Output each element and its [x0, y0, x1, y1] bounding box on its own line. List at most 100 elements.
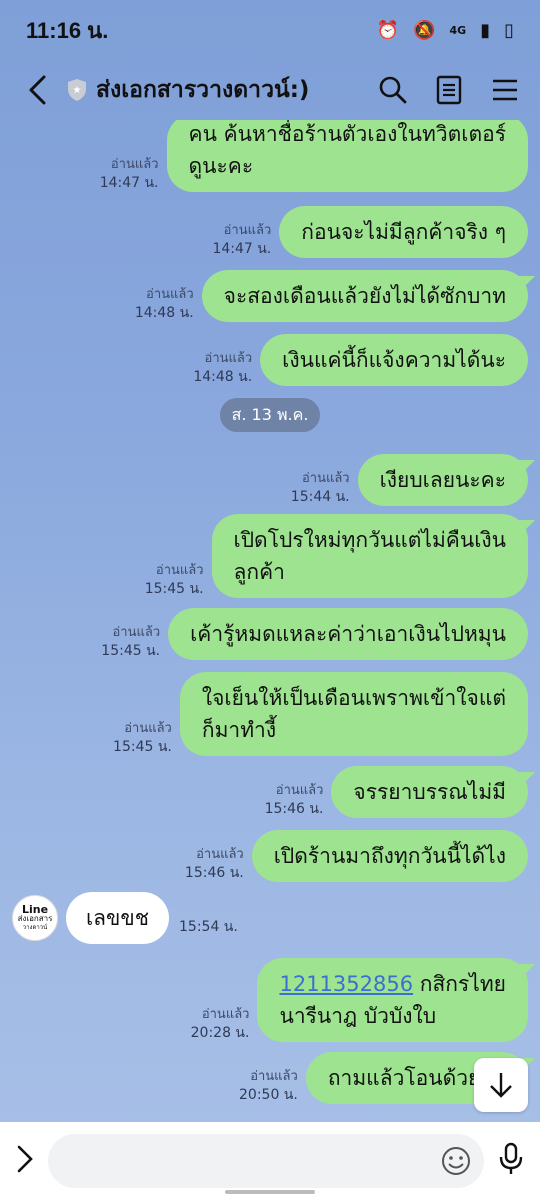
- message-bubble[interactable]: เงินแค่นี้ก็แจ้งความได้นะ: [260, 334, 528, 386]
- message-time: 14:47 น.: [212, 241, 272, 257]
- message-line: ดูนะคะ: [188, 154, 254, 178]
- chevron-right-icon: [17, 1145, 33, 1173]
- search-button[interactable]: [376, 73, 410, 107]
- message-time: 20:28 น.: [190, 1025, 250, 1041]
- status-bar: 11:16 น. ⏰ 🔕 4G ▮ ▯: [0, 0, 540, 60]
- message-line: 1211352856 กสิกรไทย: [279, 968, 506, 1000]
- message-time: 14:47 น.: [99, 175, 159, 191]
- microphone-icon: [499, 1142, 523, 1174]
- incoming-message-row: Line ส่งเอกสาร วางดาวน์ เลขขช 15:54 น.: [12, 892, 238, 944]
- message-line: คน ค้นหาชื่อร้านตัวเองในทวิตเตอร์: [188, 122, 506, 146]
- read-status: อ่านแล้ว: [223, 223, 272, 238]
- message-row: อ่านแล้ว 15:45 น. เปิดโปรใหม่ทุกวันแต่ไม…: [145, 514, 528, 598]
- avatar-title: Line: [21, 902, 49, 916]
- message-row: อ่านแล้ว 15:45 น. ใจเย็นให้เป็นเดือนเพรา…: [113, 672, 528, 756]
- message-bubble[interactable]: จรรยาบรรณไม่มี: [331, 766, 528, 818]
- incoming-bubble[interactable]: เลขขช: [66, 892, 170, 944]
- scroll-to-bottom-button[interactable]: [474, 1058, 528, 1112]
- alarm-icon: ⏰: [376, 19, 400, 41]
- avatar-subtitle-2: วางดาวน์: [22, 923, 48, 931]
- home-indicator: [225, 1190, 315, 1194]
- notes-icon: [436, 75, 462, 105]
- read-status: อ่านแล้ว: [250, 1069, 298, 1084]
- message-time: 15:46 น.: [184, 865, 244, 881]
- message-bubble[interactable]: เปิดโปรใหม่ทุกวันแต่ไม่คืนเงิน ลูกค้า: [211, 514, 528, 598]
- network-label: 4G: [449, 23, 467, 37]
- svg-text:★: ★: [73, 85, 82, 96]
- message-bubble[interactable]: เปิดร้านมาถึงทุกวันนี้ได้ไง: [251, 830, 528, 882]
- message-meta: อ่านแล้ว 14:48 น.: [135, 286, 194, 322]
- message-meta: อ่านแล้ว 14:47 น.: [212, 222, 271, 258]
- message-row: อ่านแล้ว 14:47 น. คน ค้นหาชื่อร้านตัวเอง…: [100, 120, 528, 192]
- read-status: อ่านแล้ว: [201, 1007, 250, 1022]
- message-time: 14:48 น.: [193, 369, 253, 385]
- message-line: ใจเย็นให้เป็นเดือนเพราพเข้าใจแต่: [201, 686, 506, 710]
- arrow-down-icon: [490, 1073, 512, 1098]
- message-bubble[interactable]: คน ค้นหาชื่อร้านตัวเองในทวิตเตอร์ ดูนะคะ: [166, 120, 528, 192]
- message-time: 15:45 น.: [101, 643, 161, 659]
- chat-area[interactable]: อ่านแล้ว 14:47 น. คน ค้นหาชื่อร้านตัวเอง…: [0, 120, 540, 1120]
- hamburger-icon: [493, 79, 517, 101]
- message-bubble[interactable]: เงียบเลยนะคะ: [357, 454, 528, 506]
- date-separator: ส. 13 พ.ค.: [220, 398, 320, 432]
- avatar-subtitle: ส่งเอกสาร: [17, 913, 53, 923]
- message-input[interactable]: [48, 1134, 440, 1188]
- read-status: อ่านแล้ว: [301, 471, 350, 486]
- notes-button[interactable]: [432, 73, 466, 107]
- read-status: อ่านแล้ว: [204, 351, 253, 366]
- message-line: เงียบเลยนะคะ: [379, 468, 506, 492]
- expand-button[interactable]: [16, 1144, 34, 1178]
- message-row: อ่านแล้ว 14:48 น. เงินแค่นี้ก็แจ้งความได…: [193, 334, 528, 386]
- menu-button[interactable]: [488, 73, 522, 107]
- message-time: 14:48 น.: [134, 305, 194, 321]
- message-time: 15:45 น.: [113, 739, 172, 755]
- message-bubble[interactable]: ใจเย็นให้เป็นเดือนเพราพเข้าใจแต่ ก็มาทำง…: [179, 672, 528, 756]
- message-meta: อ่านแล้ว 15:45 น.: [113, 720, 172, 756]
- back-button[interactable]: [18, 70, 58, 110]
- read-status: อ่านแล้ว: [275, 783, 324, 798]
- message-meta: อ่านแล้ว 20:50 น.: [239, 1068, 298, 1104]
- message-line: ลูกค้า: [233, 560, 285, 584]
- read-status: อ่านแล้ว: [112, 625, 161, 640]
- message-meta: อ่านแล้ว 14:47 น.: [100, 156, 159, 192]
- message-row: อ่านแล้ว 15:46 น. เปิดร้านมาถึงทุกวันนี้…: [185, 830, 528, 882]
- message-line: จรรยาบรรณไม่มี: [353, 780, 506, 804]
- message-meta: อ่านแล้ว 15:46 น.: [265, 782, 324, 818]
- message-line: เปิดร้านมาถึงทุกวันนี้ได้ไง: [273, 844, 506, 868]
- message-bubble[interactable]: 1211352856 กสิกรไทย นารีนาฎ บัวบังใบ: [257, 958, 528, 1042]
- message-time: 15:46 น.: [264, 801, 324, 817]
- account-number-link[interactable]: 1211352856: [279, 972, 413, 996]
- battery-icon: ▯: [504, 19, 514, 41]
- message-row: อ่านแล้ว 14:48 น. จะสองเดือนแล้วยังไม่ได…: [135, 270, 528, 322]
- message-row: อ่านแล้ว 20:28 น. 1211352856 กสิกรไทย นา…: [191, 958, 528, 1042]
- message-time: 15:45 น.: [144, 581, 204, 597]
- shield-icon: ★: [68, 79, 86, 101]
- message-bubble[interactable]: ก่อนจะไม่มีลูกค้าจริง ๆ: [279, 206, 528, 258]
- message-line: เค้ารู้หมดแหละค่าว่าเอาเงินไปหมุน: [190, 622, 506, 646]
- signal-icon: ▮: [480, 19, 491, 41]
- read-status: อ่านแล้ว: [196, 847, 244, 862]
- message-input-wrap[interactable]: [48, 1134, 484, 1188]
- bank-name: กสิกรไทย: [413, 972, 506, 996]
- message-time: 15:44 น.: [290, 489, 350, 505]
- message-line: เปิดโปรใหม่ทุกวันแต่ไม่คืนเงิน: [233, 528, 506, 552]
- message-meta: อ่านแล้ว 14:48 น.: [193, 350, 252, 386]
- message-bubble[interactable]: เค้ารู้หมดแหละค่าว่าเอาเงินไปหมุน: [168, 608, 528, 660]
- message-bubble[interactable]: จะสองเดือนแล้วยังไม่ได้ซักบาท: [201, 270, 528, 322]
- chat-title-wrap[interactable]: ★ ส่งเอกสารวางดาวน์:): [66, 72, 376, 108]
- read-status: อ่านแล้ว: [155, 563, 204, 578]
- message-line: ก็มาทำงี้: [201, 718, 277, 742]
- emoji-icon[interactable]: [440, 1145, 472, 1177]
- voice-button[interactable]: [498, 1142, 524, 1180]
- message-line: เงินแค่นี้ก็แจ้งความได้นะ: [282, 348, 506, 372]
- read-status: อ่านแล้ว: [110, 157, 159, 172]
- message-row: อ่านแล้ว 15:46 น. จรรยาบรรณไม่มี: [265, 766, 528, 818]
- avatar[interactable]: Line ส่งเอกสาร วางดาวน์: [12, 895, 58, 941]
- message-meta: อ่านแล้ว 15:46 น.: [185, 846, 244, 882]
- message-meta: อ่านแล้ว 15:45 น.: [101, 624, 160, 660]
- message-meta: อ่านแล้ว 20:28 น.: [191, 1006, 250, 1042]
- message-row: อ่านแล้ว 14:47 น. ก่อนจะไม่มีลูกค้าจริง …: [212, 206, 528, 258]
- mute-icon: 🔕: [413, 19, 436, 41]
- message-time: 20:50 น.: [239, 1087, 298, 1103]
- read-status: อ่านแล้ว: [124, 721, 172, 736]
